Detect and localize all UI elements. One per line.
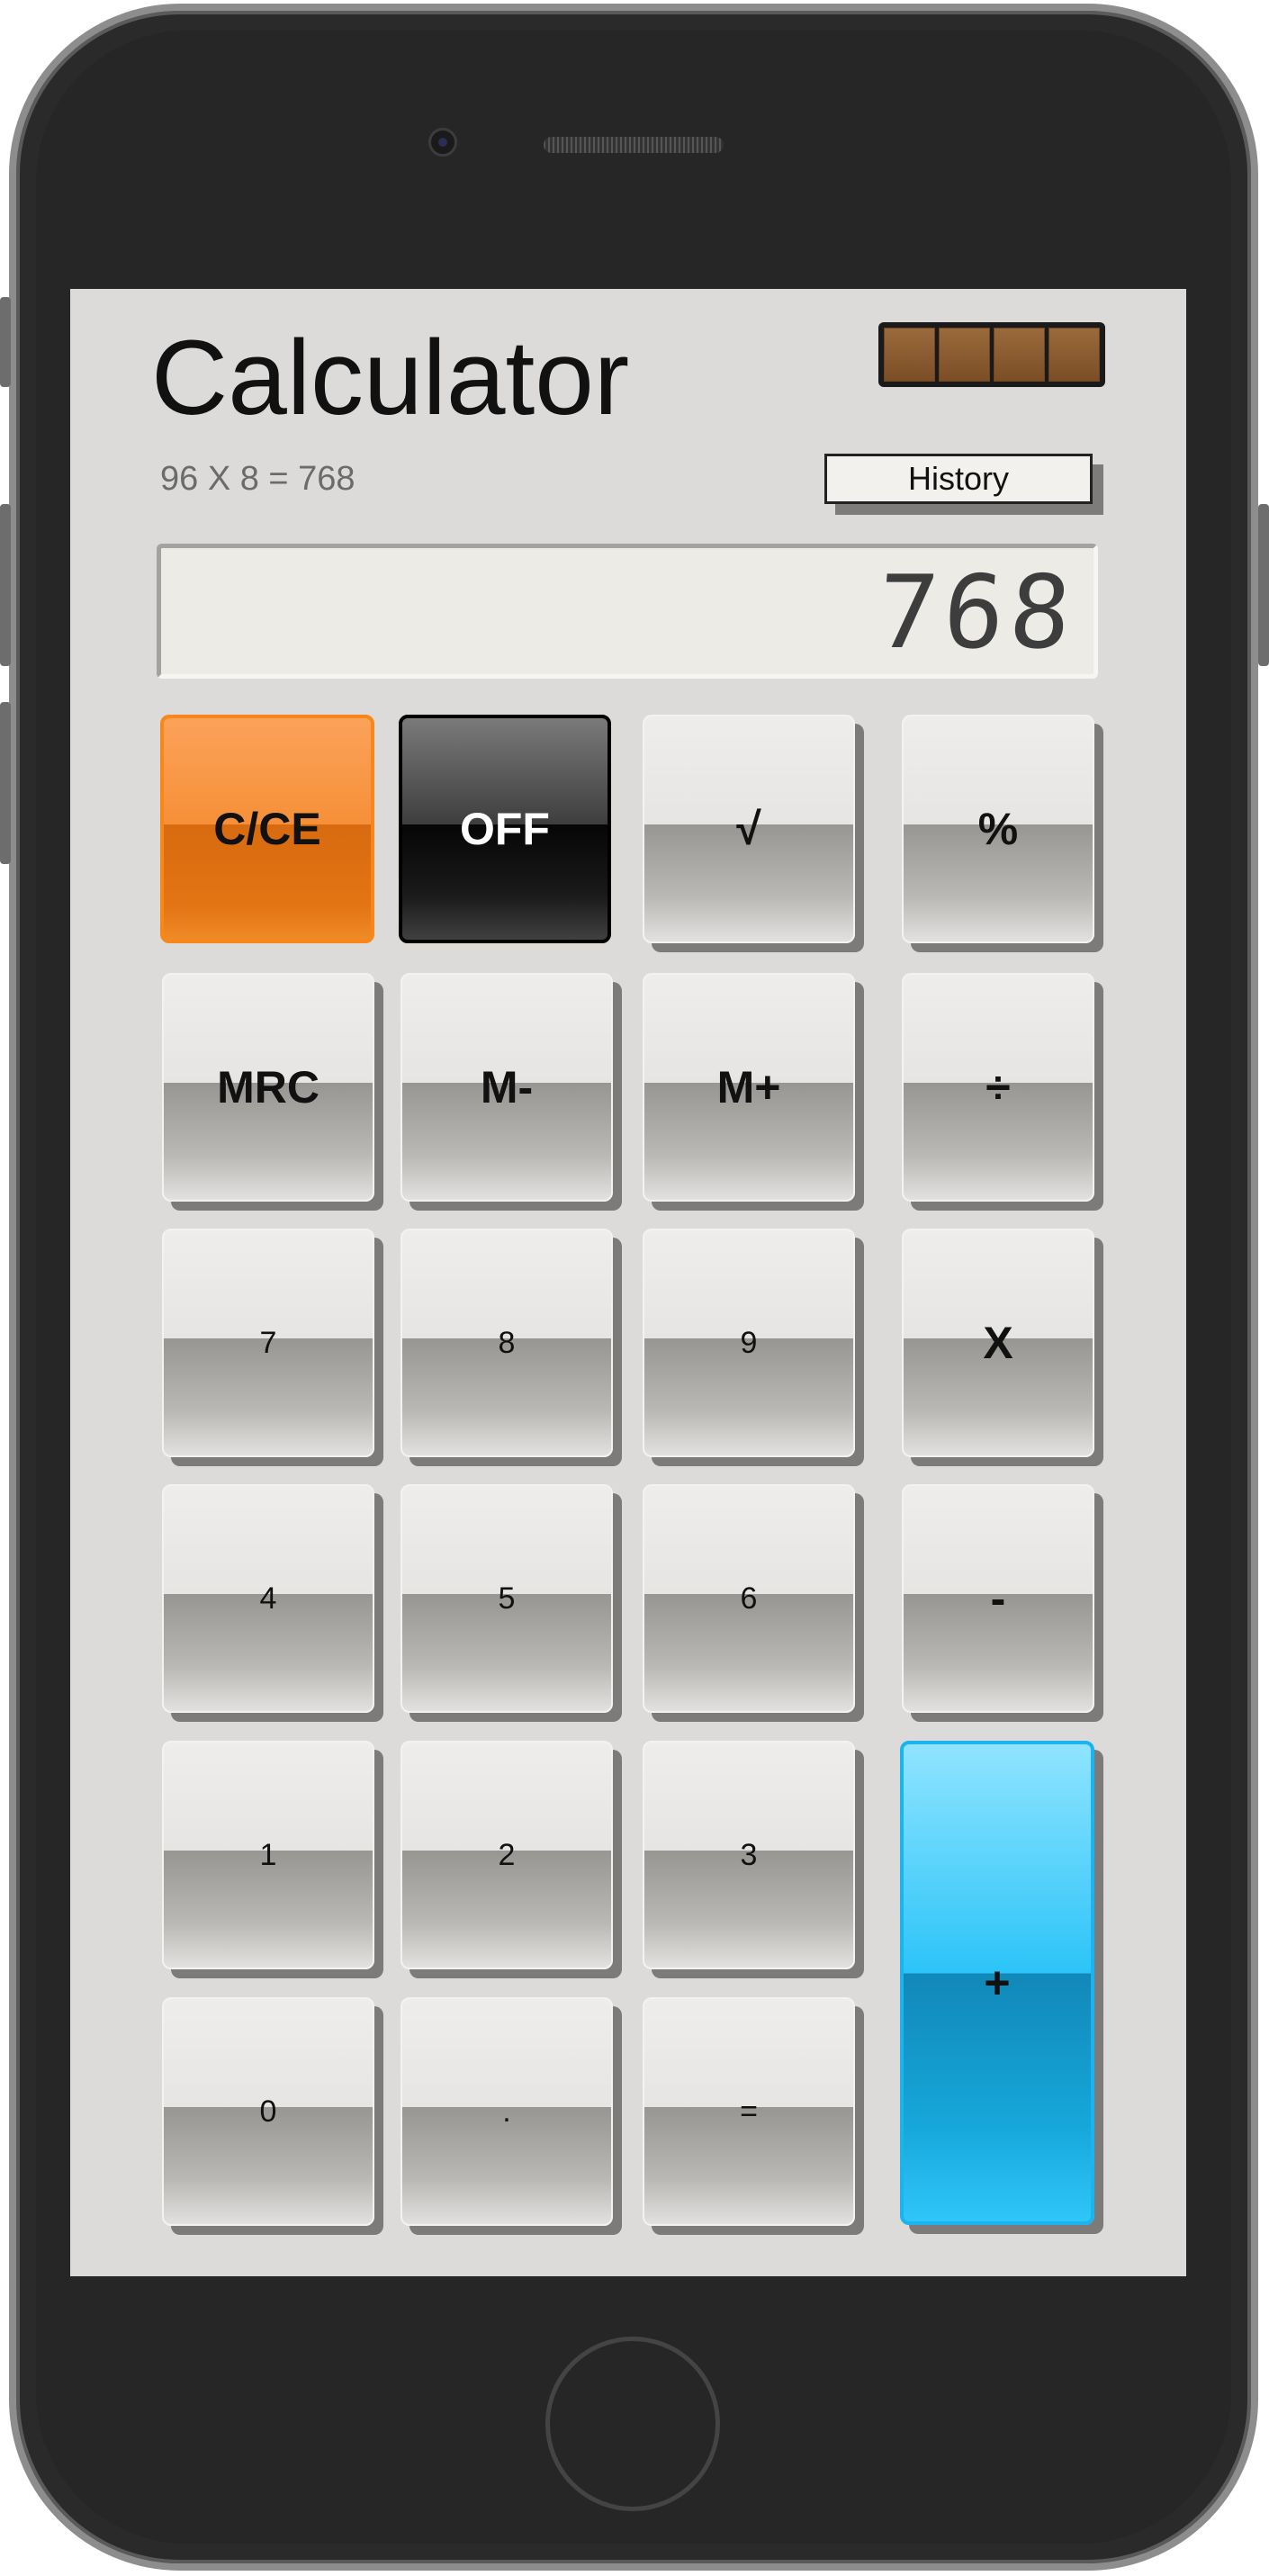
- camera-icon: [428, 128, 457, 157]
- volume-down-button[interactable]: [0, 702, 11, 864]
- digit-3-button[interactable]: 3: [643, 1741, 855, 1969]
- clear-button[interactable]: C/CE: [160, 715, 374, 943]
- calculator-screen: Calculator 96 X 8 = 768 History 768 C/CE…: [70, 289, 1186, 2276]
- plus-button[interactable]: +: [900, 1741, 1094, 2225]
- divide-button[interactable]: ÷: [902, 973, 1094, 1202]
- digit-5-button[interactable]: 5: [400, 1484, 613, 1713]
- display-value: 768: [873, 554, 1080, 671]
- equals-button[interactable]: =: [643, 1997, 855, 2226]
- minus-button[interactable]: -: [902, 1484, 1094, 1713]
- off-button[interactable]: OFF: [399, 715, 611, 943]
- solar-panel-icon: [878, 322, 1105, 387]
- percent-button[interactable]: %: [902, 715, 1094, 943]
- side-mute-switch[interactable]: [0, 297, 11, 387]
- solar-cell: [994, 328, 1045, 382]
- calculator-display: 768: [157, 544, 1098, 679]
- home-button-icon[interactable]: [545, 2337, 720, 2511]
- memory-recall-button[interactable]: MRC: [162, 973, 374, 1202]
- solar-cell: [1048, 328, 1100, 382]
- power-button[interactable]: [1258, 504, 1269, 666]
- digit-6-button[interactable]: 6: [643, 1484, 855, 1713]
- volume-up-button[interactable]: [0, 504, 11, 666]
- digit-8-button[interactable]: 8: [400, 1229, 613, 1457]
- digit-7-button[interactable]: 7: [162, 1229, 374, 1457]
- app-title: Calculator: [151, 319, 630, 437]
- last-calculation: 96 X 8 = 768: [160, 460, 356, 498]
- decimal-button[interactable]: .: [400, 1997, 613, 2226]
- multiply-button[interactable]: X: [902, 1229, 1094, 1457]
- square-root-button[interactable]: √: [643, 715, 855, 943]
- digit-9-button[interactable]: 9: [643, 1229, 855, 1457]
- solar-cell: [939, 328, 990, 382]
- digit-1-button[interactable]: 1: [162, 1741, 374, 1969]
- digit-0-button[interactable]: 0: [162, 1997, 374, 2226]
- digit-4-button[interactable]: 4: [162, 1484, 374, 1713]
- digit-2-button[interactable]: 2: [400, 1741, 613, 1969]
- history-button[interactable]: History: [824, 454, 1093, 504]
- speaker-grille: [544, 137, 724, 153]
- memory-plus-button[interactable]: M+: [643, 973, 855, 1202]
- solar-cell: [884, 328, 935, 382]
- memory-minus-button[interactable]: M-: [400, 973, 613, 1202]
